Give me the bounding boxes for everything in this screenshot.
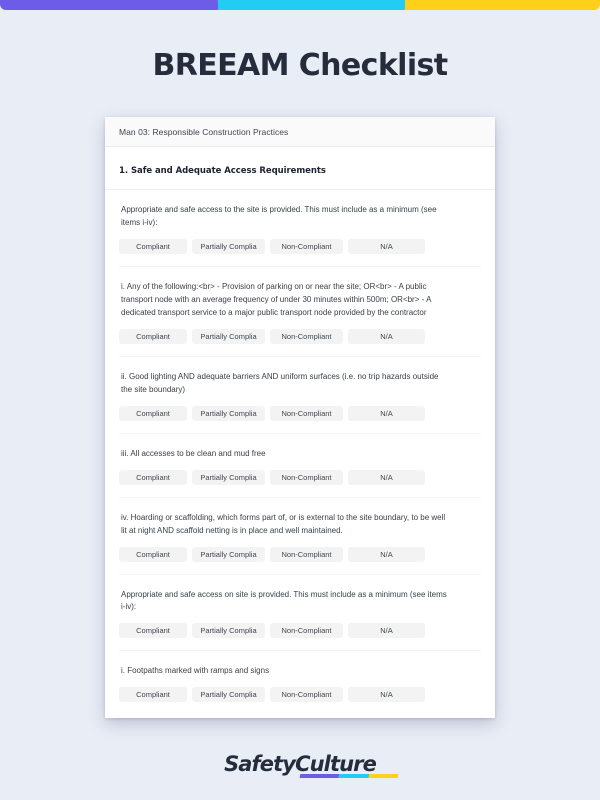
page-title: BREEAM Checklist xyxy=(152,48,448,83)
document-header-label: Man 03: Responsible Construction Practic… xyxy=(119,126,289,137)
response-option-button[interactable]: Non-Compliant xyxy=(270,687,343,703)
question-block: Appropriate and safe access on site is p… xyxy=(119,575,481,652)
logo-text-culture: Culture xyxy=(295,752,377,776)
response-option-button[interactable]: Partially Complia xyxy=(192,469,265,485)
question-block: Appropriate and safe access to the site … xyxy=(119,190,481,267)
response-option-button[interactable]: Partially Complia xyxy=(192,546,265,562)
response-option-button[interactable]: N/A xyxy=(348,469,425,485)
response-option-button[interactable]: N/A xyxy=(348,238,425,254)
response-option-button[interactable]: Non-Compliant xyxy=(270,328,343,344)
question-block: iv. Hoarding or scaffolding, which forms… xyxy=(119,498,481,575)
response-option-button[interactable]: N/A xyxy=(348,687,425,703)
response-option-button[interactable]: Compliant xyxy=(119,623,187,639)
section-title-row: 1. Safe and Adequate Access Requirements xyxy=(105,147,495,190)
response-option-button[interactable]: Compliant xyxy=(119,687,187,703)
logo-text-safety: Safety xyxy=(224,752,296,776)
logo-underline-yellow xyxy=(368,773,399,777)
response-option-button[interactable]: N/A xyxy=(348,405,425,421)
logo-underline-cyan xyxy=(338,773,369,777)
question-text: i. Any of the following:<br> - Provision… xyxy=(121,281,431,317)
question-block: i. Any of the following:<br> - Provision… xyxy=(119,267,481,357)
question-text: Appropriate and safe access to the site … xyxy=(121,205,437,227)
response-option-button[interactable]: N/A xyxy=(348,328,425,344)
response-option-button[interactable]: Non-Compliant xyxy=(270,623,343,639)
document-preview-card: Man 03: Responsible Construction Practic… xyxy=(105,117,495,718)
response-option-button[interactable]: Compliant xyxy=(119,405,187,421)
response-option-button[interactable]: Partially Complia xyxy=(192,238,265,254)
question-text: Appropriate and safe access on site is p… xyxy=(121,589,447,612)
brand-bar-segment-yellow xyxy=(405,0,600,10)
response-options: Compliant Partially Complia Non-Compliant N… xyxy=(119,469,481,485)
footer: SafetyCulture xyxy=(0,752,600,777)
response-option-button[interactable]: Compliant xyxy=(119,546,187,562)
response-options: Compliant Partially Complia Non-Compliant N… xyxy=(119,546,481,562)
response-option-button[interactable]: N/A xyxy=(348,546,425,562)
question-text: iii. All accesses to be clean and mud fr… xyxy=(121,448,266,458)
logo-underline-purple xyxy=(299,773,340,777)
logo-underline xyxy=(299,773,399,777)
safetyculture-logo: SafetyCulture xyxy=(224,752,399,777)
brand-bar-segment-purple xyxy=(0,0,222,10)
question-list: Appropriate and safe access to the site … xyxy=(105,190,495,714)
response-option-button[interactable]: Partially Complia xyxy=(192,328,265,344)
brand-bar-segment-cyan xyxy=(218,0,409,10)
section-title: 1. Safe and Adequate Access Requirements xyxy=(119,166,326,176)
question-block: iii. All accesses to be clean and mud fr… xyxy=(119,434,481,498)
response-options: Compliant Partially Complia Non-Compliant N… xyxy=(119,623,481,639)
response-option-button[interactable]: Partially Complia xyxy=(192,405,265,421)
question-text: ii. Good lighting AND adequate barriers … xyxy=(121,371,439,394)
response-option-button[interactable]: N/A xyxy=(348,623,425,639)
response-option-button[interactable]: Non-Compliant xyxy=(270,469,343,485)
response-option-button[interactable]: Non-Compliant xyxy=(270,546,343,562)
response-options: Compliant Partially Complia Non-Compliant N… xyxy=(119,238,481,254)
question-text: iv. Hoarding or scaffolding, which forms… xyxy=(121,512,446,535)
question-text: i. Footpaths marked with ramps and signs xyxy=(121,666,270,676)
response-option-button[interactable]: Compliant xyxy=(119,328,187,344)
response-option-button[interactable]: Non-Compliant xyxy=(270,238,343,254)
response-options: Compliant Partially Complia Non-Compliant N… xyxy=(119,328,481,344)
document-header-bar: Man 03: Responsible Construction Practic… xyxy=(105,117,495,147)
question-block: ii. Good lighting AND adequate barriers … xyxy=(119,357,481,434)
response-option-button[interactable]: Non-Compliant xyxy=(270,405,343,421)
response-option-button[interactable]: Partially Complia xyxy=(192,687,265,703)
response-option-button[interactable]: Partially Complia xyxy=(192,623,265,639)
response-options: Compliant Partially Complia Non-Compliant N… xyxy=(119,687,481,703)
brand-color-bar xyxy=(0,0,600,10)
response-option-button[interactable]: Compliant xyxy=(119,469,187,485)
response-options: Compliant Partially Complia Non-Compliant N… xyxy=(119,405,481,421)
question-block: i. Footpaths marked with ramps and signs… xyxy=(119,651,481,714)
response-option-button[interactable]: Compliant xyxy=(119,238,187,254)
